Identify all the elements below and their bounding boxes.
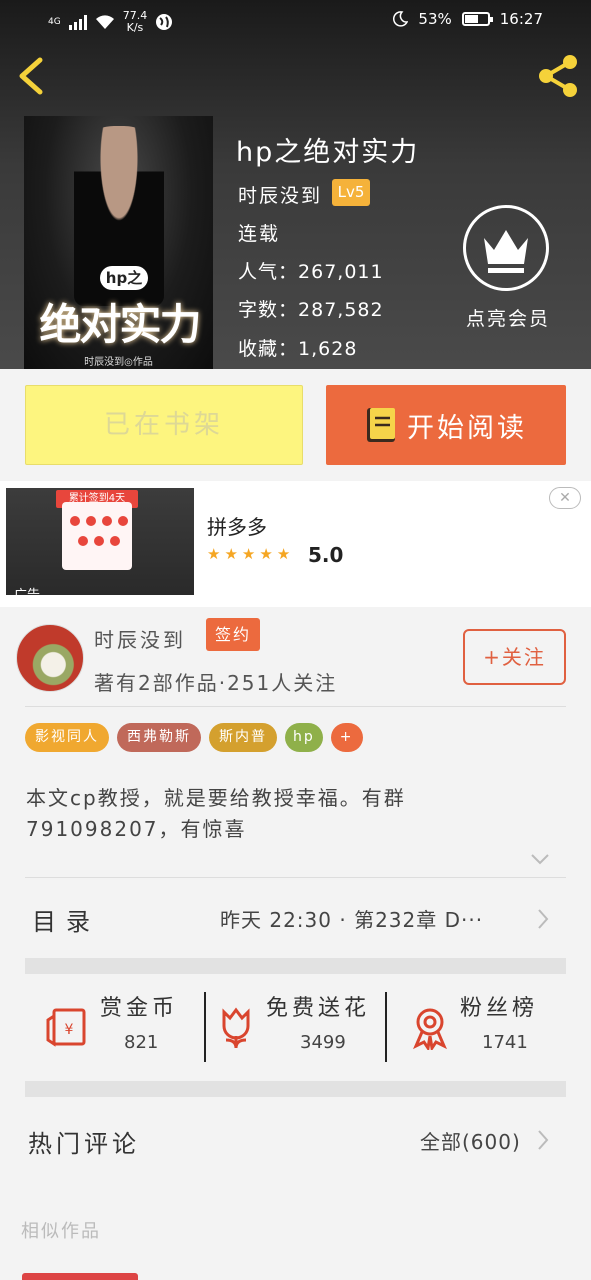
tag-chip[interactable]: hp	[285, 723, 323, 752]
status-bar: 4G 77.4 K/s 53% 16:27	[0, 0, 591, 44]
book-cover[interactable]: hp之 绝对实力 时辰没到◎作品	[24, 116, 213, 369]
divider	[25, 877, 566, 878]
popularity-value: 267,011	[298, 261, 384, 283]
book-description: 本文cp教授，就是要给教授幸福。有群791098207，有惊喜	[26, 786, 406, 841]
chevron-right-icon[interactable]	[537, 908, 549, 930]
section-separator	[25, 958, 566, 974]
chevron-right-icon[interactable]	[537, 1129, 549, 1151]
divider	[385, 992, 387, 1062]
crown-icon	[484, 230, 528, 273]
cover-title: 绝对实力	[39, 300, 201, 349]
collect-label: 收藏：	[238, 338, 299, 360]
similar-work-thumbnail[interactable]	[22, 1273, 138, 1280]
ad-tag: 广告	[14, 588, 41, 603]
divider	[204, 992, 206, 1062]
tag-chip[interactable]: 斯内普	[209, 723, 277, 752]
flower-icon	[222, 1007, 250, 1049]
book-title: hp之绝对实力	[236, 137, 420, 168]
ad-rating: 5.0	[308, 543, 344, 567]
words-value: 287,582	[298, 299, 384, 321]
ad-close-button[interactable]: ✕	[549, 487, 581, 509]
add-tag-button[interactable]: +	[330, 723, 363, 752]
reward-coin-button[interactable]: ¥ 赏金币 821	[44, 990, 204, 1066]
collect-stat: 收藏：1,628	[238, 334, 357, 361]
svg-text:¥: ¥	[65, 1022, 74, 1038]
tag-chip[interactable]: 西弗勒斯	[117, 723, 201, 752]
divider	[25, 706, 566, 707]
ad-banner[interactable]: 累计签到4天 广告 拼多多 ★ ★ ★ ★ ★ 5.0 ✕	[0, 481, 591, 607]
start-reading-button[interactable]: 开始阅读	[326, 385, 566, 465]
author-meta: 著有2部作品·251人关注	[94, 671, 338, 695]
book-status: 连载	[238, 223, 281, 245]
star-icon: ★	[276, 545, 291, 563]
battery-icon	[461, 12, 493, 26]
star-icon: ★	[259, 545, 273, 563]
send-flower-button[interactable]: 免费送花 3499	[216, 990, 386, 1066]
network-speed: 77.4 K/s	[123, 10, 148, 34]
moon-icon	[393, 11, 409, 27]
signed-badge: 签约	[206, 618, 260, 651]
ad-stars: ★ ★ ★ ★ ★	[207, 545, 290, 563]
reward-coin-count: 821	[124, 1032, 159, 1053]
popularity-label: 人气：	[238, 261, 299, 283]
send-flower-title: 免费送花	[266, 996, 371, 1021]
reward-coin-title: 赏金币	[100, 996, 179, 1021]
tag-list: 影视同人 西弗勒斯 斯内普 hp +	[25, 723, 363, 752]
medal-icon	[413, 1008, 447, 1050]
signal-icon	[68, 14, 87, 30]
similar-works-title: 相似作品	[21, 1221, 101, 1242]
red-envelope-icon: ¥	[46, 1008, 86, 1047]
share-icon[interactable]	[536, 54, 580, 98]
toc-label[interactable]: 目录	[32, 902, 100, 937]
tag-chip[interactable]: 影视同人	[25, 723, 109, 752]
book-author[interactable]: 时辰没到	[238, 181, 322, 208]
popularity-stat: 人气：267,011	[238, 257, 384, 284]
start-reading-label: 开始阅读	[407, 412, 527, 444]
ad-card	[62, 502, 132, 570]
fan-ranking-count: 1741	[482, 1032, 528, 1053]
clock: 16:27	[499, 10, 543, 28]
author-avatar[interactable]	[16, 624, 84, 692]
chevron-down-icon[interactable]	[530, 852, 550, 866]
vip-label[interactable]: 点亮会员	[466, 304, 550, 331]
section-separator	[25, 1081, 566, 1097]
ad-name[interactable]: 拼多多	[207, 511, 267, 540]
book-header: 4G 77.4 K/s 53% 16:27 hp之 绝对实力 时辰没到◎作品 hp…	[0, 0, 591, 369]
ad-image[interactable]: 累计签到4天 广告	[6, 488, 194, 603]
send-flower-count: 3499	[300, 1032, 346, 1053]
wifi-icon	[95, 15, 114, 29]
in-shelf-button[interactable]: 已在书架	[25, 385, 303, 465]
toc-latest-chapter[interactable]: 昨天 22:30 · 第232章 D···	[220, 904, 483, 933]
word-count-stat: 字数：287,582	[238, 295, 384, 322]
battery-percent: 53%	[418, 10, 452, 28]
star-icon: ★	[224, 545, 238, 563]
back-icon[interactable]	[14, 56, 50, 96]
words-label: 字数：	[238, 299, 299, 321]
vip-button[interactable]	[463, 205, 549, 291]
network-type: 4G	[48, 17, 61, 27]
book-icon	[367, 408, 395, 442]
fan-ranking-button[interactable]: 粉丝榜 1741	[410, 990, 560, 1066]
all-comments-link[interactable]: 全部(600)	[420, 1126, 521, 1155]
speed-unit: K/s	[126, 21, 144, 34]
fan-ranking-title: 粉丝榜	[460, 996, 539, 1021]
hot-comments-title: 热门评论	[28, 1130, 140, 1158]
star-icon: ★	[241, 545, 256, 563]
globe-icon	[156, 14, 173, 30]
follow-button[interactable]: +关注	[463, 629, 566, 685]
level-badge: Lv5	[332, 179, 370, 206]
author-name[interactable]: 时辰没到	[94, 624, 186, 653]
star-icon: ★	[207, 545, 221, 563]
cover-hp-badge: hp之	[100, 266, 148, 290]
cover-author: 时辰没到◎作品	[84, 357, 153, 368]
collect-value: 1,628	[298, 338, 358, 360]
